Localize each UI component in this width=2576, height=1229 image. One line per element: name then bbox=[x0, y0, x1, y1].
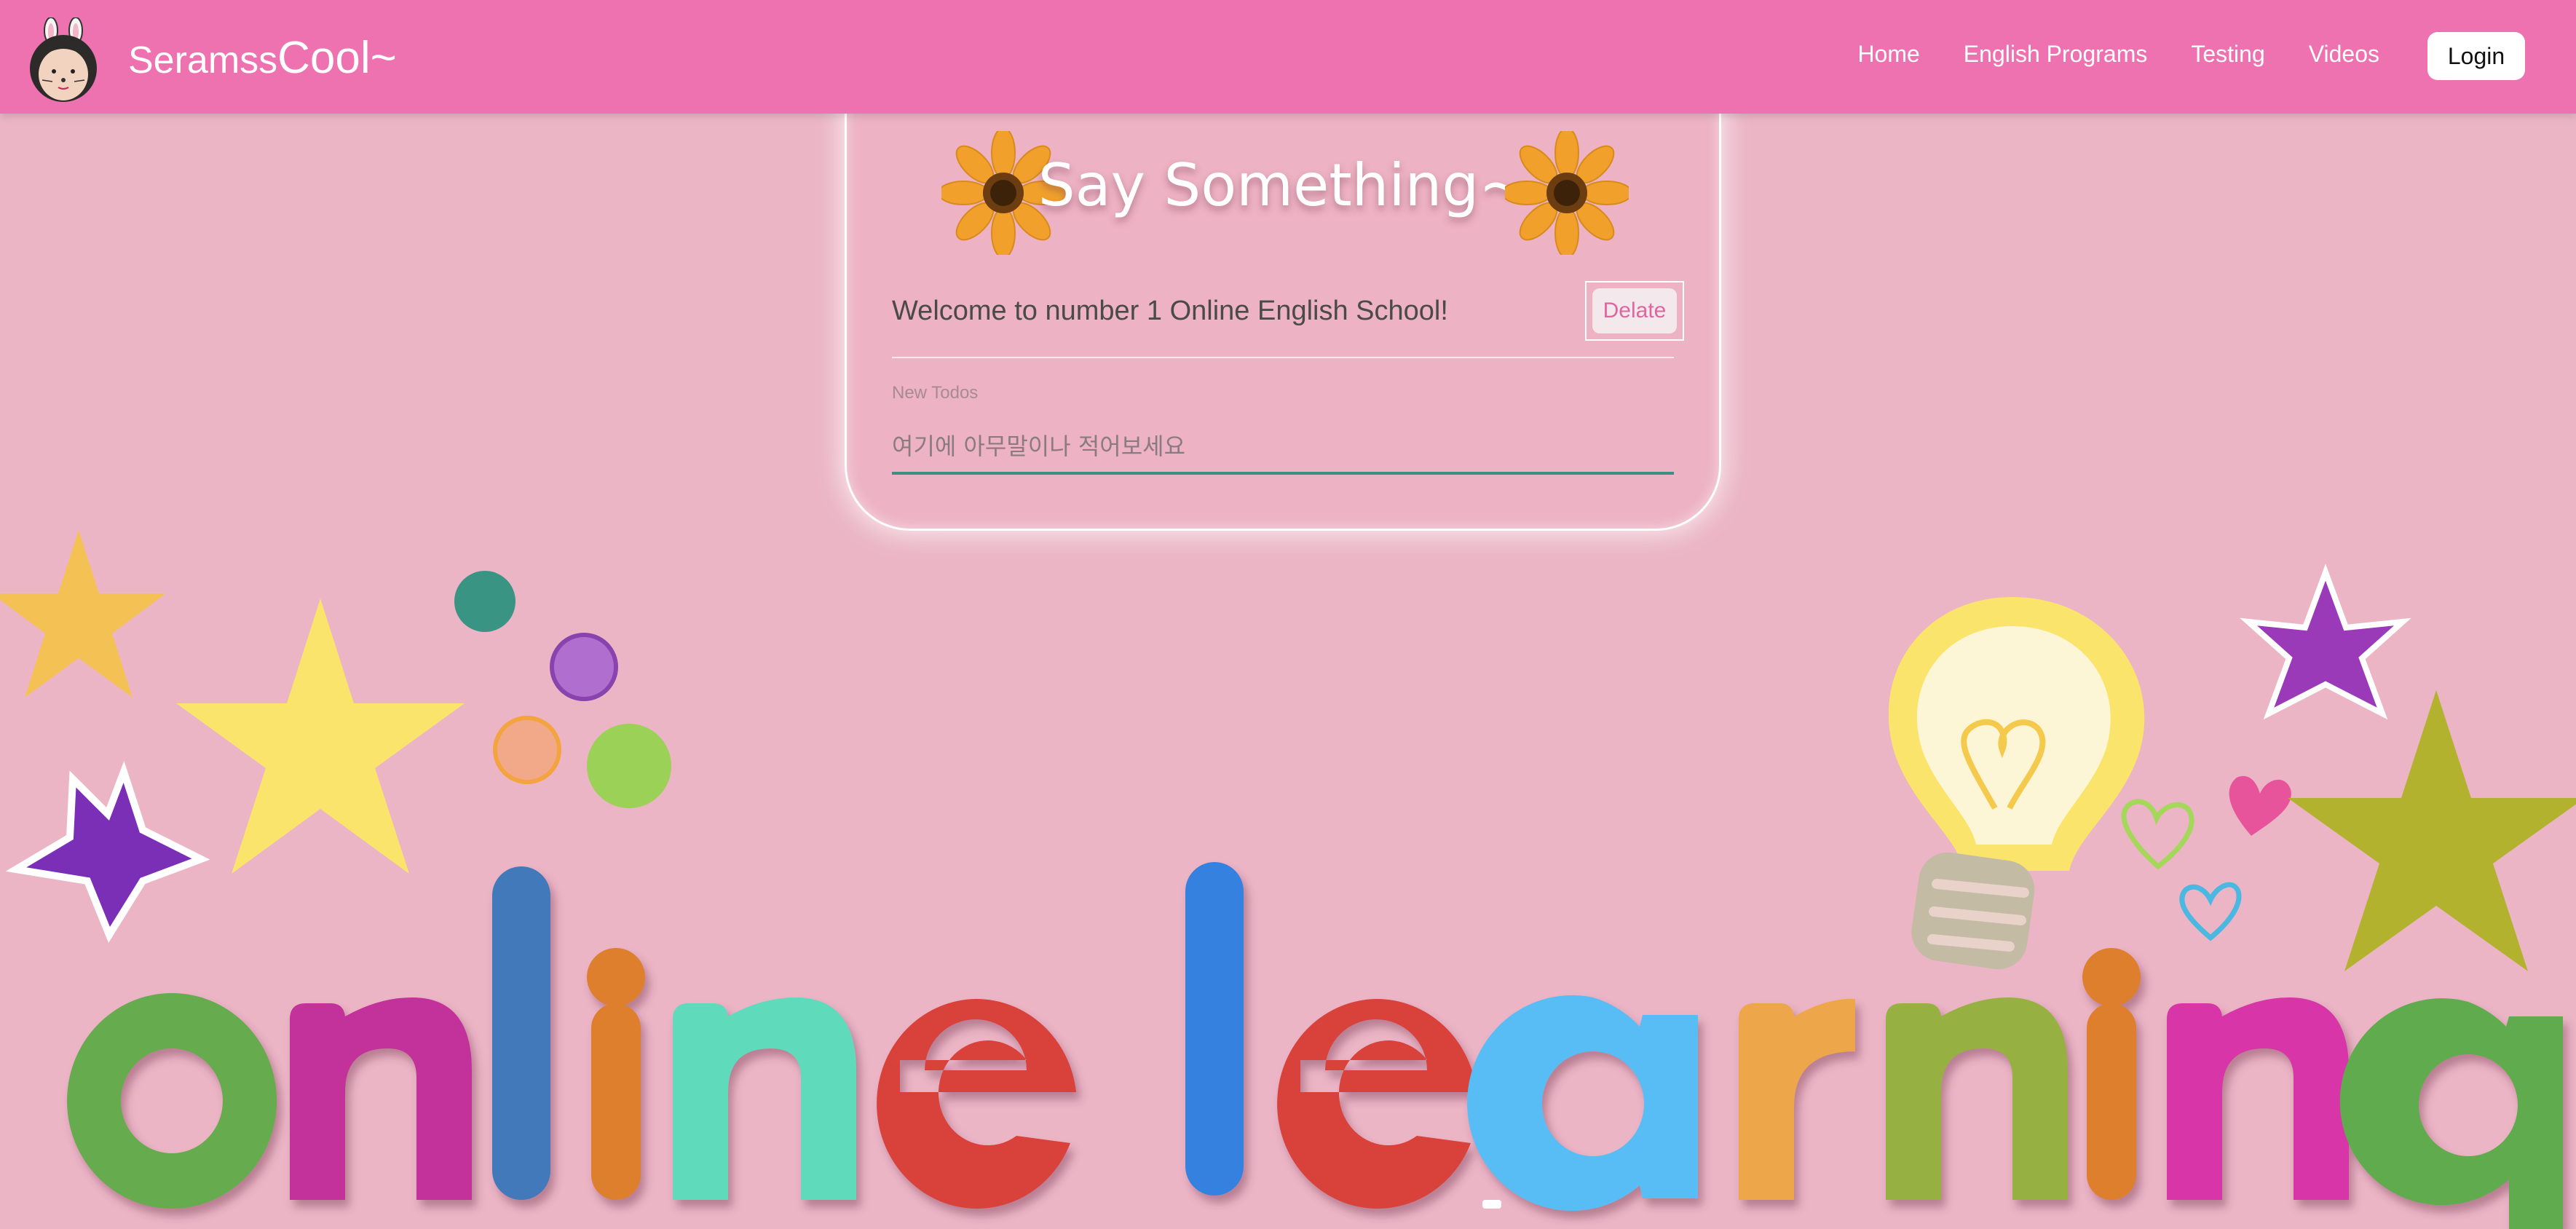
purple-star-icon bbox=[5, 760, 210, 943]
letter-n-1 bbox=[290, 997, 472, 1200]
todo-item: Welcome to number 1 Online English Schoo… bbox=[892, 281, 1684, 358]
letter-l-2 bbox=[1185, 862, 1244, 1196]
letter-e-1 bbox=[877, 998, 1076, 1209]
letter-n-3 bbox=[1886, 997, 2068, 1200]
green-dot-icon bbox=[587, 724, 671, 808]
violet-star-icon bbox=[2240, 564, 2411, 720]
letter-n-4 bbox=[2167, 997, 2349, 1200]
teal-dot-icon bbox=[454, 571, 515, 632]
todo-card: Say Something~ Welcome to number 1 Onlin… bbox=[845, 73, 1721, 531]
letter-l-1 bbox=[492, 866, 550, 1200]
nav-link-english-programs[interactable]: English Programs bbox=[1964, 41, 2148, 68]
purple-dot-icon bbox=[550, 633, 618, 701]
orange-star-icon bbox=[0, 530, 166, 698]
brand-title[interactable]: SeramssCool~ bbox=[128, 32, 397, 84]
sunflower-icon bbox=[1505, 131, 1629, 255]
blue-heart-icon bbox=[2179, 882, 2242, 941]
top-navbar: SeramssCool~ Home English Programs Testi… bbox=[0, 0, 2576, 114]
nav-link-videos[interactable]: Videos bbox=[2309, 41, 2379, 68]
letter-n-2 bbox=[673, 997, 856, 1200]
green-heart-icon bbox=[2121, 799, 2194, 870]
brand-suffix: Cool~ bbox=[277, 33, 397, 83]
letter-o-1 bbox=[67, 993, 277, 1209]
peach-dot-icon bbox=[493, 716, 561, 784]
letter-a-1 bbox=[1467, 995, 1698, 1211]
letter-g-1 bbox=[2339, 998, 2563, 1229]
letter-i-1 bbox=[591, 1003, 641, 1200]
yellow-star-icon bbox=[176, 598, 465, 874]
lightbulb-icon bbox=[1888, 597, 2145, 970]
letter-i-1-dot bbox=[587, 948, 645, 1006]
olive-star-icon bbox=[2288, 690, 2576, 971]
login-button[interactable]: Login bbox=[2427, 32, 2525, 80]
new-todo-label: New Todos bbox=[892, 383, 979, 403]
pink-heart-icon bbox=[2229, 775, 2291, 836]
letter-i-2-dot bbox=[2082, 948, 2141, 1006]
nav-link-home[interactable]: Home bbox=[1857, 41, 1919, 68]
nav-links: Home English Programs Testing Videos bbox=[1857, 41, 2379, 68]
letter-i-2 bbox=[2087, 1003, 2136, 1200]
letter-r-1 bbox=[1739, 998, 1855, 1200]
bunny-avatar-icon[interactable] bbox=[28, 17, 99, 102]
todo-item-text: Welcome to number 1 Online English Schoo… bbox=[892, 296, 1448, 326]
delete-button[interactable]: Delate bbox=[1592, 288, 1677, 333]
letter-e-2 bbox=[1277, 998, 1477, 1209]
scroll-indicator[interactable] bbox=[1482, 1200, 1501, 1209]
delete-button-frame: Delate bbox=[1585, 281, 1684, 341]
nav-link-testing[interactable]: Testing bbox=[2191, 41, 2264, 68]
new-todo-input[interactable] bbox=[892, 421, 1674, 475]
brand-prefix: Seramss bbox=[128, 39, 278, 82]
